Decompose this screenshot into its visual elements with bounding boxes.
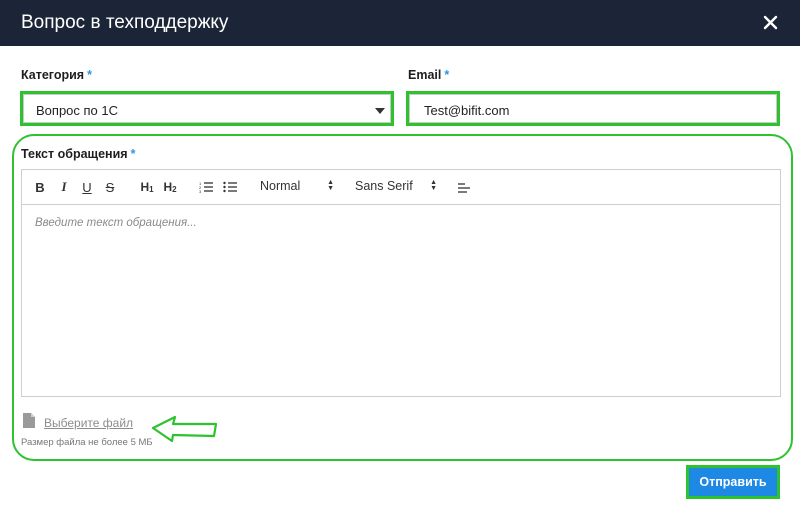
email-field[interactable]: Test@bifit.com xyxy=(406,91,780,126)
heading2-letter: H xyxy=(163,180,173,194)
heading1-number: 1 xyxy=(149,184,154,194)
bullet-list-icon xyxy=(223,181,237,193)
strikethrough-button[interactable]: S xyxy=(103,178,117,196)
message-label: Текст обращения * xyxy=(21,147,135,161)
heading1-letter: H xyxy=(140,180,150,194)
font-size-select[interactable]: Normal ▲ ▼ xyxy=(260,179,334,193)
required-mark: * xyxy=(444,68,450,82)
ordered-list-button[interactable]: 1 2 3 xyxy=(198,178,214,196)
font-family-select[interactable]: Sans Serif ▲ ▼ xyxy=(355,179,437,193)
italic-button[interactable]: I xyxy=(58,178,70,196)
file-icon xyxy=(23,413,35,428)
font-family-value: Sans Serif xyxy=(355,179,413,193)
font-size-value: Normal xyxy=(260,179,301,193)
bold-button[interactable]: B xyxy=(34,178,46,196)
close-icon xyxy=(763,15,778,30)
heading2-number: 2 xyxy=(172,184,177,194)
close-button[interactable] xyxy=(760,12,782,34)
file-size-hint: Размер файла не более 5 МБ xyxy=(21,437,153,448)
ordered-list-icon: 1 2 3 xyxy=(199,181,213,193)
dialog-title: Вопрос в техподдержку xyxy=(21,12,229,33)
category-select-value: Вопрос по 1С xyxy=(36,103,119,118)
category-label: Категория * xyxy=(21,68,92,82)
heading1-button[interactable]: H1 xyxy=(138,178,156,196)
category-select-frame: Вопрос по 1С xyxy=(23,94,391,123)
send-button[interactable]: Отправить xyxy=(686,465,780,499)
updown-arrows-icon: ▲ ▼ xyxy=(327,179,334,192)
arrow-annotation-icon xyxy=(151,415,218,443)
message-textarea[interactable]: Введите текст обращения... xyxy=(35,217,197,229)
updown-arrows-icon: ▲ ▼ xyxy=(430,179,437,192)
dialog-header: Вопрос в техподдержку xyxy=(0,0,800,46)
align-button[interactable] xyxy=(456,178,472,196)
required-mark: * xyxy=(87,68,92,82)
email-field-value: Test@bifit.com xyxy=(424,103,510,118)
email-label: Email * xyxy=(408,68,449,82)
editor-toolbar: B I U S H1 H2 1 2 3 Normal ▲ ▼ Sans Seri… xyxy=(22,170,780,205)
message-editor: B I U S H1 H2 1 2 3 Normal ▲ ▼ Sans Seri… xyxy=(21,169,781,397)
email-label-text: Email xyxy=(408,68,442,82)
send-button-label: Отправить xyxy=(699,475,767,489)
choose-file-link[interactable]: Выберите файл xyxy=(44,416,133,430)
svg-text:3: 3 xyxy=(199,189,202,193)
category-select[interactable]: Вопрос по 1С xyxy=(20,91,394,126)
heading2-button[interactable]: H2 xyxy=(161,178,179,196)
align-left-icon xyxy=(458,183,470,193)
category-label-text: Категория xyxy=(21,68,85,82)
caret-down-icon xyxy=(375,108,385,114)
bullet-list-button[interactable] xyxy=(222,178,238,196)
message-label-text: Текст обращения xyxy=(21,147,128,161)
email-field-frame: Test@bifit.com xyxy=(409,94,777,123)
required-mark: * xyxy=(130,147,136,161)
underline-button[interactable]: U xyxy=(80,178,94,196)
